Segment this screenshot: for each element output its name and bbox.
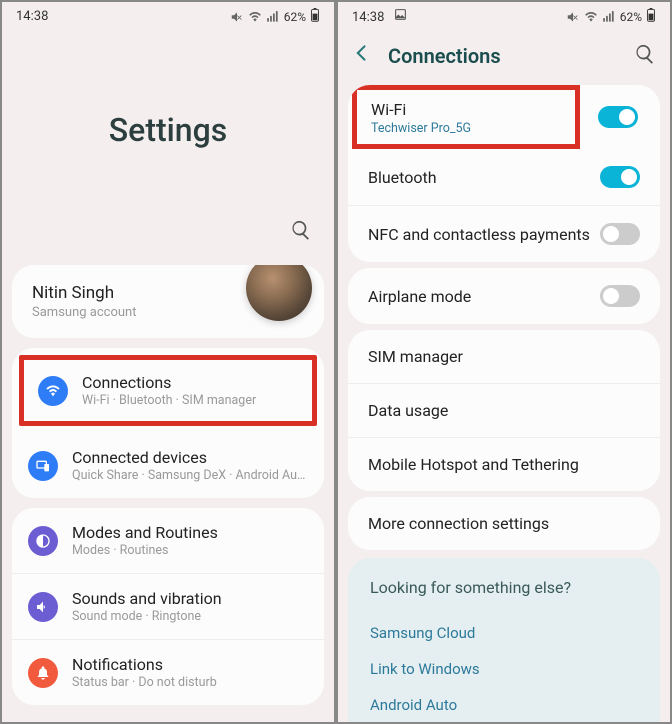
item-title: Connected devices <box>72 448 308 467</box>
item-title: Sounds and vibration <box>72 589 308 608</box>
page-title: Connections <box>388 44 618 68</box>
label: Data usage <box>368 401 448 420</box>
battery-percent: 62% <box>284 10 306 24</box>
avatar[interactable] <box>246 265 312 321</box>
item-sub: Status bar · Do not disturb <box>72 675 308 690</box>
battery-percent: 62% <box>620 10 642 24</box>
item-connections[interactable]: Connections Wi-Fi · Bluetooth · SIM mana… <box>24 360 312 421</box>
item-sub: Modes · Routines <box>72 543 308 558</box>
devices-icon <box>28 451 58 481</box>
suggestions-card: Looking for something else? Samsung Clou… <box>348 558 660 724</box>
status-time: 14:38 <box>16 9 48 24</box>
label: Bluetooth <box>368 168 437 187</box>
wifi-network: Techwiser Pro_5G <box>371 121 561 136</box>
nfc-toggle[interactable] <box>600 223 640 245</box>
signal-icon <box>602 10 616 24</box>
page-hero: Settings <box>2 31 334 219</box>
row-data-usage[interactable]: Data usage <box>348 383 660 437</box>
settings-screen: 14:38 62% Settings Nitin Singh Sa <box>0 0 336 724</box>
signal-icon <box>266 10 280 24</box>
mute-icon <box>566 10 580 24</box>
status-right: 62% <box>566 8 656 25</box>
row-hotspot[interactable]: Mobile Hotspot and Tethering <box>348 437 660 491</box>
link-samsung-cloud[interactable]: Samsung Cloud <box>370 615 638 651</box>
row-sim[interactable]: SIM manager <box>348 330 660 383</box>
modes-icon <box>28 526 58 556</box>
account-sub: Samsung account <box>32 305 136 320</box>
item-sub: Sound mode · Ringtone <box>72 609 308 624</box>
status-time: 14:38 <box>352 10 384 25</box>
airplane-toggle[interactable] <box>600 285 640 307</box>
item-notifications[interactable]: Notifications Status bar · Do not distur… <box>12 639 324 705</box>
battery-icon <box>646 8 656 25</box>
connections-screen: 14:38 62% Connections <box>336 0 672 724</box>
item-title: Notifications <box>72 655 308 674</box>
item-modes[interactable]: Modes and Routines Modes · Routines <box>12 508 324 573</box>
highlight-wifi: Wi-Fi Techwiser Pro_5G <box>352 85 580 149</box>
highlight-connections: Connections Wi-Fi · Bluetooth · SIM mana… <box>19 355 317 426</box>
account-name: Nitin Singh <box>32 283 136 303</box>
wifi-toggle[interactable] <box>598 106 638 128</box>
item-connected-devices[interactable]: Connected devices Quick Share · Samsung … <box>12 433 324 498</box>
item-title: Modes and Routines <box>72 523 308 542</box>
bell-icon <box>28 658 58 688</box>
search-icon[interactable] <box>290 219 312 245</box>
label: SIM manager <box>368 347 463 366</box>
item-sub: Wi-Fi · Bluetooth · SIM manager <box>82 393 298 408</box>
label: Airplane mode <box>368 287 471 306</box>
mute-icon <box>230 10 244 24</box>
row-bluetooth[interactable]: Bluetooth <box>348 149 660 205</box>
status-right: 62% <box>230 8 320 25</box>
status-left: 14:38 <box>352 8 407 25</box>
row-more-settings[interactable]: More connection settings <box>348 497 660 550</box>
link-android-auto[interactable]: Android Auto <box>370 687 638 723</box>
item-sub: Quick Share · Samsung DeX · Android Auto <box>72 468 308 483</box>
label: NFC and contactless payments <box>368 225 590 244</box>
account-card[interactable]: Nitin Singh Samsung account <box>12 265 324 338</box>
row-nfc[interactable]: NFC and contactless payments <box>348 205 660 262</box>
wifi-icon <box>248 10 262 24</box>
page-title: Settings <box>2 111 334 149</box>
back-button[interactable] <box>352 43 372 69</box>
bluetooth-toggle[interactable] <box>600 166 640 188</box>
label: Mobile Hotspot and Tethering <box>368 455 579 474</box>
item-sounds[interactable]: Sounds and vibration Sound mode · Ringto… <box>12 573 324 639</box>
screenshot-icon <box>394 10 407 25</box>
search-icon[interactable] <box>634 43 656 69</box>
row-airplane[interactable]: Airplane mode <box>348 268 660 324</box>
battery-icon <box>310 8 320 25</box>
status-bar: 14:38 62% <box>2 2 334 31</box>
sound-icon <box>28 592 58 622</box>
wifi-icon <box>584 10 598 24</box>
wifi-label: Wi-Fi <box>371 100 561 119</box>
suggest-title: Looking for something else? <box>370 578 638 597</box>
row-wifi[interactable]: Wi-Fi Techwiser Pro_5G <box>348 85 660 149</box>
status-bar: 14:38 62% <box>338 2 670 31</box>
link-link-to-windows[interactable]: Link to Windows <box>370 651 638 687</box>
item-title: Connections <box>82 373 298 392</box>
wifi-icon <box>38 376 68 406</box>
label: More connection settings <box>368 514 549 533</box>
